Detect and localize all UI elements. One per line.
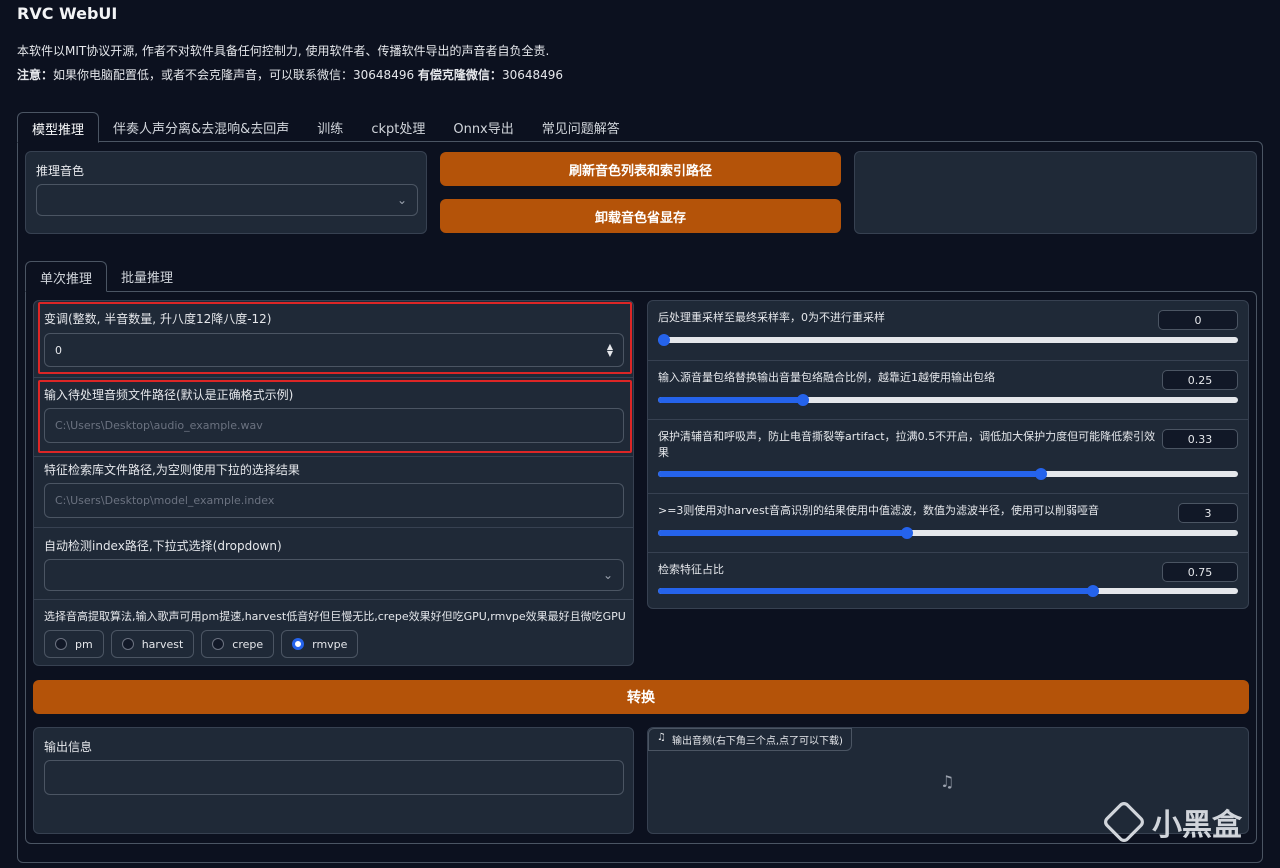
app-title: RVC WebUI [17,4,118,23]
slider-thumb[interactable] [1087,585,1099,597]
notice-body: 如果你电脑配置低，或者不会克隆声音，可以联系微信：30648496 [53,68,418,82]
index-path-input[interactable]: C:\Users\Desktop\model_example.index [44,483,624,518]
tab-onnx[interactable]: Onnx导出 [439,112,527,142]
radio-harvest[interactable]: harvest [110,630,195,658]
radio-label: pm [75,637,93,651]
audio-path-label: 输入待处理音频文件路径(默认是正确格式示例) [44,388,294,402]
output-info-label: 输出信息 [44,740,93,754]
slider-track[interactable] [657,334,1238,346]
radio-dot [212,638,225,650]
slider-thumb[interactable] [1034,468,1047,480]
tab-train[interactable]: 训练 [303,112,357,142]
radio-label: rmvpe [312,637,348,651]
music-note-icon: ♫ [657,732,666,743]
radio-label: crepe [232,637,264,651]
status-output-panel [854,151,1257,234]
tab-single-inference[interactable]: 单次推理 [25,261,108,292]
slider-thumb[interactable] [657,334,670,346]
slider-row: 保护清辅音和呼吸声，防止电音撕裂等artifact，拉满0.5不开启，调低加大保… [648,419,1248,493]
slider-track[interactable] [658,394,1238,406]
tab-inference[interactable]: 模型推理 [17,112,100,143]
tab-faq[interactable]: 常见问题解答 [528,112,634,142]
watermark-logo-icon [1101,799,1147,845]
radio-crepe[interactable]: crepe [201,630,275,658]
auto-index-label: 自动检测index路径,下拉式选择(dropdown) [44,539,282,553]
divider [34,599,633,600]
index-path-placeholder: C:\Users\Desktop\model_example.index [55,494,275,507]
f0-method-label: 选择音高提取算法,输入歌声可用pm提速,harvest低音好但巨慢无比,crep… [44,610,626,623]
output-audio-label-badge: ♫ 输出音频(右下角三个点,点了可以下载) [648,728,852,751]
radio-rmvpe[interactable]: rmvpe [281,630,359,658]
slider-track[interactable] [658,468,1238,480]
slider-value-input[interactable]: 3 [1178,503,1238,523]
divider [34,456,633,457]
slider-label: 输入源音量包络替换输出音量包络融合比例，越靠近1越使用输出包络 [658,371,995,384]
inference-settings-panel: 变调(整数, 半音数量, 升八度12降八度-12) 0 ▲ ▼ 输入待处理音频文件… [33,300,634,666]
output-info-textbox[interactable] [44,760,624,795]
slider-value-input[interactable]: 0.75 [1162,562,1238,582]
slider-row: 后处理重采样至最终采样率，0为不进行重采样 0 [648,301,1248,360]
pitch-input[interactable]: 0 ▲ ▼ [44,333,624,367]
slider-value-input[interactable]: 0.25 [1162,370,1238,390]
slider-fill [658,397,803,403]
voice-dropdown[interactable]: ⌄ [36,184,418,216]
radio-label: harvest [141,637,184,651]
chevron-down-icon: ⌄ [602,568,613,582]
radio-dot [55,638,67,650]
watermark-text: 小黑盒 [1152,808,1242,843]
slider-thumb[interactable] [901,527,914,539]
output-info-panel: 输出信息 [33,727,634,834]
voice-label: 推理音色 [36,164,85,178]
unload-voice-button[interactable]: 卸载音色省显存 [440,199,841,233]
f0-method-radio-group: pm harvest crepe rmvpe [44,630,359,658]
slider-thumb[interactable] [797,394,809,406]
slider-track[interactable] [658,585,1238,597]
notice-text: 注意：如果你电脑配置低，或者不会克隆声音，可以联系微信：30648496 有偿克… [17,66,563,83]
slider-fill [658,588,1093,594]
music-note-icon: ♫ [940,772,955,791]
pitch-label: 变调(整数, 半音数量, 升八度12降八度-12) [44,312,272,326]
convert-button[interactable]: 转换 [33,680,1249,714]
divider [34,377,633,378]
slider-fill [658,530,908,536]
advanced-settings-panel: 后处理重采样至最终采样率，0为不进行重采样 0 输入源音量包络替换输出音量包络融合比… [647,300,1249,609]
audio-path-placeholder: C:\Users\Desktop\audio_example.wav [55,419,263,432]
stepper-icon[interactable]: ▲ ▼ [607,343,613,358]
subtabbar: 单次推理 批量推理 [25,261,187,292]
slider-row: >=3则使用对harvest音高识别的结果使用中值滤波，数值为滤波半径，使用可以… [648,493,1248,552]
watermark: 小黑盒 [1101,799,1242,845]
slider-value-input[interactable]: 0 [1158,310,1238,330]
slider-row: 输入源音量包络替换输出音量包络融合比例，越靠近1越使用输出包络 0.25 [648,360,1248,419]
notice-suffix: 30648496 [501,68,564,82]
pitch-value: 0 [55,343,62,357]
slider-label: 检索特征占比 [658,563,724,576]
voice-select-panel: 推理音色 ⌄ [25,151,427,234]
slider-label: >=3则使用对harvest音高识别的结果使用中值滤波，数值为滤波半径，使用可以… [658,504,1099,517]
notice-prefix: 注意： [17,68,54,82]
output-audio-label: 输出音频(右下角三个点,点了可以下载) [671,736,843,747]
tab-batch-inference[interactable]: 批量推理 [107,261,187,292]
slider-label: 保护清辅音和呼吸声，防止电音撕裂等artifact，拉满0.5不开启，调低加大保… [658,430,1156,459]
audio-path-input[interactable]: C:\Users\Desktop\audio_example.wav [44,408,624,443]
disclaimer-text: 本软件以MIT协议开源, 作者不对软件具备任何控制力, 使用软件者、传播软件导出… [17,44,550,58]
chevron-down-icon: ⌄ [396,193,407,207]
slider-value-input[interactable]: 0.33 [1162,429,1238,449]
main-tabbar: 模型推理 伴奏人声分离&去混响&去回声 训练 ckpt处理 Onnx导出 常见问… [17,112,1252,143]
refresh-voices-button[interactable]: 刷新音色列表和索引路径 [440,152,841,186]
slider-fill [658,471,1041,477]
radio-dot-selected [292,638,305,650]
divider [34,527,633,528]
tab-ckpt[interactable]: ckpt处理 [357,112,439,142]
slider-track[interactable] [658,527,1238,539]
auto-index-dropdown[interactable]: ⌄ [44,559,624,591]
notice-bold: 有偿克隆微信： [417,68,502,82]
radio-dot [121,638,134,650]
tab-separation[interactable]: 伴奏人声分离&去混响&去回声 [99,112,303,142]
radio-pm[interactable]: pm [44,630,104,658]
slider-label: 后处理重采样至最终采样率，0为不进行重采样 [658,311,885,324]
index-path-label: 特征检索库文件路径,为空则使用下拉的选择结果 [44,463,300,477]
slider-row: 检索特征占比 0.75 [648,552,1248,610]
